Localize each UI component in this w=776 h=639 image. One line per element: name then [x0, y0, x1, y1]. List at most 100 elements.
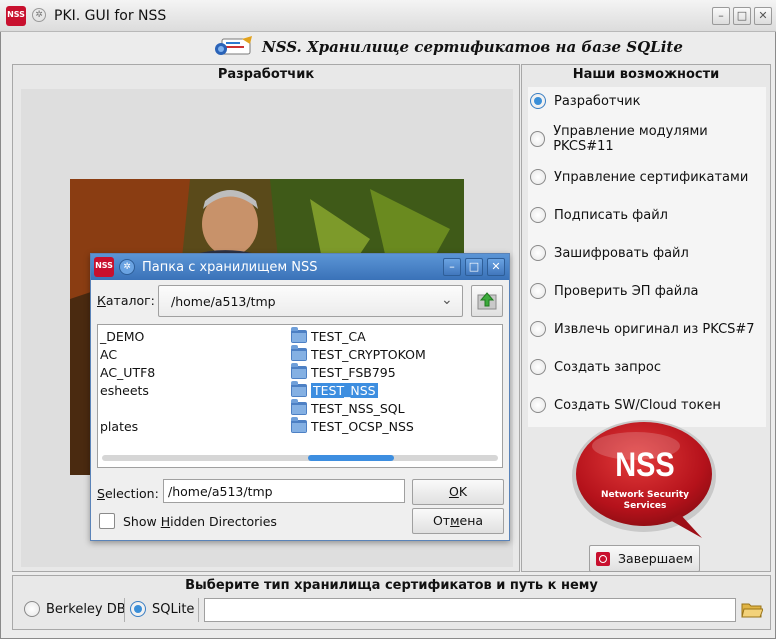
option-certificates[interactable]: Управление сертификатами	[530, 165, 760, 189]
chevron-down-icon: ⌄	[441, 292, 453, 308]
logo-main-text: NSS	[615, 446, 675, 484]
dialog-minimize-button[interactable]: –	[443, 258, 461, 276]
selection-label: Selection:	[97, 486, 159, 501]
list-item[interactable]: TEST_CRYPTOKOM	[291, 344, 491, 363]
radio-extract-pkcs7[interactable]	[530, 321, 546, 337]
option-create-request[interactable]: Создать запрос	[530, 355, 760, 379]
folder-icon	[291, 326, 307, 343]
selection-input[interactable]: /home/a513/tmp	[163, 479, 405, 503]
folder-list[interactable]: _DEMO AC AC_UTF8 esheets plates TEST_CA …	[97, 324, 503, 468]
option-create-token[interactable]: Создать SW/Cloud токен	[530, 393, 760, 417]
logo-subtitle-2: Services	[623, 501, 667, 511]
radio-sqlite[interactable]	[130, 601, 146, 617]
option-sign-file[interactable]: Подписать файл	[530, 203, 760, 227]
list-item-selected[interactable]: TEST_NSS	[291, 380, 491, 399]
radio-developer[interactable]	[530, 93, 546, 109]
option-encrypt-file[interactable]: Зашифровать файл	[530, 241, 760, 265]
db-option-label: Berkeley DB	[46, 601, 126, 617]
parent-folder-button[interactable]	[471, 285, 503, 317]
close-button[interactable]: ✕	[754, 7, 772, 25]
option-label: Создать запрос	[554, 359, 661, 375]
catalog-combobox[interactable]: /home/a513/tmp ⌄	[158, 285, 463, 317]
finish-button[interactable]: Завершаем	[589, 545, 700, 572]
storage-panel-title: Выберите тип хранилища сертификатов и пу…	[185, 578, 598, 593]
folder-column-left: _DEMO AC AC_UTF8 esheets plates	[100, 327, 280, 435]
logo-subtitle-1: Network Security	[600, 490, 689, 500]
certificate-icon	[212, 36, 256, 56]
option-label: Извлечь оригинал из PKCS#7	[554, 321, 755, 337]
folder-up-icon	[477, 292, 497, 310]
option-label: Управление модулями PKCS#11	[553, 124, 708, 154]
catalog-value: /home/a513/tmp	[171, 294, 276, 309]
folder-icon	[291, 416, 307, 433]
dialog-title: Папка с хранилищем NSS	[142, 260, 318, 275]
folder-dialog: NSS ✲ Папка с хранилищем NSS – □ ✕ Катал…	[90, 253, 510, 541]
panel-title-features: Наши возможности	[572, 67, 720, 82]
storage-path-input[interactable]	[204, 598, 736, 622]
list-item[interactable]: TEST_FSB795	[291, 362, 491, 381]
window-menu-icon[interactable]: ✲	[32, 8, 46, 22]
radio-encrypt-file[interactable]	[530, 245, 546, 261]
panel-title-developer: Разработчик	[217, 67, 315, 82]
list-item[interactable]	[100, 399, 280, 417]
option-pkcs11[interactable]: Управление модулями PKCS#11	[530, 124, 760, 154]
list-item[interactable]: _DEMO	[100, 327, 280, 345]
folder-icon	[291, 398, 307, 415]
horizontal-scrollbar[interactable]	[102, 455, 498, 461]
divider	[198, 598, 199, 622]
dialog-title-bar[interactable]: NSS ✲ Папка с хранилищем NSS – □ ✕	[91, 254, 509, 280]
radio-sign-file[interactable]	[530, 207, 546, 223]
option-developer[interactable]: Разработчик	[530, 89, 760, 113]
dialog-app-icon: NSS	[94, 257, 114, 277]
option-extract-pkcs7[interactable]: Извлечь оригинал из PKCS#7	[530, 317, 760, 341]
list-item[interactable]: TEST_CA	[291, 326, 491, 345]
show-hidden-label[interactable]: Show Hidden Directories	[123, 514, 277, 529]
finish-button-label: Завершаем	[618, 551, 693, 566]
option-label: Зашифровать файл	[554, 245, 689, 261]
radio-berkeley[interactable]	[24, 601, 40, 617]
header-title: NSS. Хранилище сертификатов на базе SQLi…	[262, 38, 683, 56]
list-item[interactable]: plates	[100, 417, 280, 435]
dialog-close-button[interactable]: ✕	[487, 258, 505, 276]
cancel-button[interactable]: Отмена	[412, 508, 504, 534]
nss-logo: NSS Network Security Services	[570, 418, 720, 540]
show-hidden-checkbox[interactable]	[99, 513, 115, 529]
app-icon: NSS	[6, 6, 26, 26]
option-label: Проверить ЭП файла	[554, 283, 699, 299]
radio-create-request[interactable]	[530, 359, 546, 375]
open-folder-icon[interactable]	[741, 602, 764, 618]
db-option-label: SQLite	[152, 601, 195, 617]
radio-pkcs11[interactable]	[530, 131, 546, 147]
radio-create-token[interactable]	[530, 397, 546, 413]
radio-verify-signature[interactable]	[530, 283, 546, 299]
ok-button[interactable]: OK	[412, 479, 504, 505]
catalog-label: Каталог:	[97, 293, 155, 308]
radio-certificates[interactable]	[530, 169, 546, 185]
maximize-button[interactable]: □	[733, 7, 751, 25]
dialog-menu-icon[interactable]: ✲	[119, 259, 135, 275]
option-label: Подписать файл	[554, 207, 668, 223]
header-band: NSS. Хранилище сертификатов на базе SQLi…	[6, 32, 770, 62]
db-option-berkeley[interactable]: Berkeley DB	[24, 601, 126, 617]
list-item[interactable]: TEST_OCSP_NSS	[291, 416, 491, 435]
folder-icon	[291, 344, 307, 361]
minimize-button[interactable]: –	[712, 7, 730, 25]
option-label: Создать SW/Cloud токен	[554, 397, 721, 413]
db-option-sqlite[interactable]: SQLite	[130, 601, 194, 617]
folder-column-right: TEST_CA TEST_CRYPTOKOM TEST_FSB795 TEST_…	[291, 326, 491, 435]
option-label: Управление сертификатами	[554, 169, 749, 185]
divider	[124, 598, 125, 622]
list-item[interactable]: AC	[100, 345, 280, 363]
list-item[interactable]: esheets	[100, 381, 280, 399]
option-label: Разработчик	[554, 93, 641, 109]
list-item[interactable]: AC_UTF8	[100, 363, 280, 381]
title-bar[interactable]: NSS ✲ PKI. GUI for NSS – □ ✕	[0, 0, 776, 32]
folder-icon	[291, 380, 307, 397]
scrollbar-thumb[interactable]	[308, 455, 394, 461]
window-title: PKI. GUI for NSS	[54, 8, 167, 24]
power-icon	[596, 551, 611, 566]
option-verify-signature[interactable]: Проверить ЭП файла	[530, 279, 760, 303]
dialog-maximize-button[interactable]: □	[465, 258, 483, 276]
list-item[interactable]: TEST_NSS_SQL	[291, 398, 491, 417]
folder-icon	[291, 362, 307, 379]
